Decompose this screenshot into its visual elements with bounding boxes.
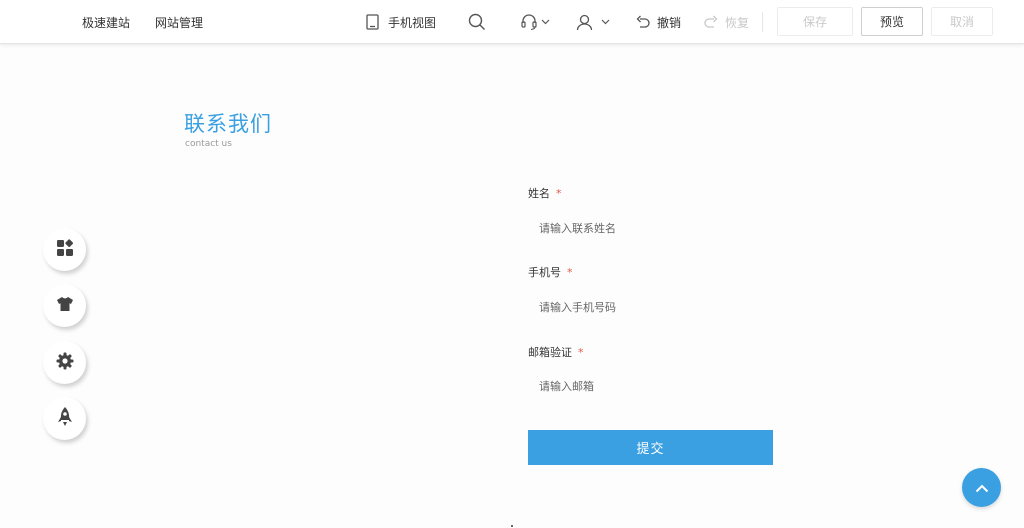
shirt-icon [56, 296, 74, 316]
gear-icon [56, 352, 74, 374]
user-icon [576, 14, 593, 31]
search-icon [468, 13, 486, 31]
redo-icon [704, 15, 718, 29]
toolbar-divider [762, 12, 763, 32]
section-title: 联系我们 [184, 112, 272, 136]
back-to-top-button[interactable] [962, 468, 1001, 507]
rocket-icon [57, 406, 72, 431]
mobile-view-label: 手机视图 [388, 15, 437, 30]
redo-label: 恢复 [725, 15, 750, 30]
required-mark: * [578, 346, 584, 359]
cancel-button[interactable]: 取消 [931, 7, 993, 36]
email-field-label: 邮箱验证 * [528, 344, 584, 360]
tablet-icon [366, 14, 379, 30]
required-mark: * [556, 187, 562, 200]
apps-button[interactable] [43, 228, 86, 271]
cursor-mark [511, 525, 513, 527]
nav-quick-build[interactable]: 极速建站 [82, 14, 130, 31]
settings-button[interactable] [43, 341, 86, 384]
undo-icon [636, 15, 650, 29]
name-label-text: 姓名 [528, 187, 550, 200]
theme-button[interactable] [43, 284, 86, 327]
headset-icon [520, 13, 538, 31]
user-menu[interactable] [576, 10, 610, 34]
search-button[interactable] [468, 10, 486, 34]
chevron-down-icon [601, 19, 610, 25]
undo-button[interactable]: 撤销 [636, 10, 681, 34]
phone-field-label: 手机号 * [528, 264, 573, 280]
nav-site-manage[interactable]: 网站管理 [155, 14, 203, 31]
support-menu[interactable] [520, 10, 550, 34]
section-subtitle: contact us [185, 139, 232, 149]
email-input[interactable] [528, 373, 774, 401]
email-label-text: 邮箱验证 [528, 346, 572, 359]
apps-icon [56, 238, 74, 261]
save-button[interactable]: 保存 [777, 7, 853, 36]
phone-label-text: 手机号 [528, 266, 561, 279]
publish-button[interactable] [43, 397, 86, 440]
chevron-down-icon [541, 19, 550, 25]
top-toolbar: 极速建站 网站管理 手机视图 撤销 恢复 保存 预览 取消 [0, 0, 1024, 44]
required-mark: * [567, 266, 573, 279]
name-field-label: 姓名 * [528, 185, 562, 201]
chevron-up-icon [975, 478, 989, 497]
phone-input[interactable] [528, 294, 774, 322]
redo-button[interactable]: 恢复 [704, 10, 749, 34]
preview-button[interactable]: 预览 [861, 7, 923, 36]
submit-button[interactable]: 提交 [528, 430, 773, 465]
name-input[interactable] [528, 215, 774, 243]
undo-label: 撤销 [657, 15, 682, 30]
mobile-view-button[interactable]: 手机视图 [366, 10, 436, 34]
